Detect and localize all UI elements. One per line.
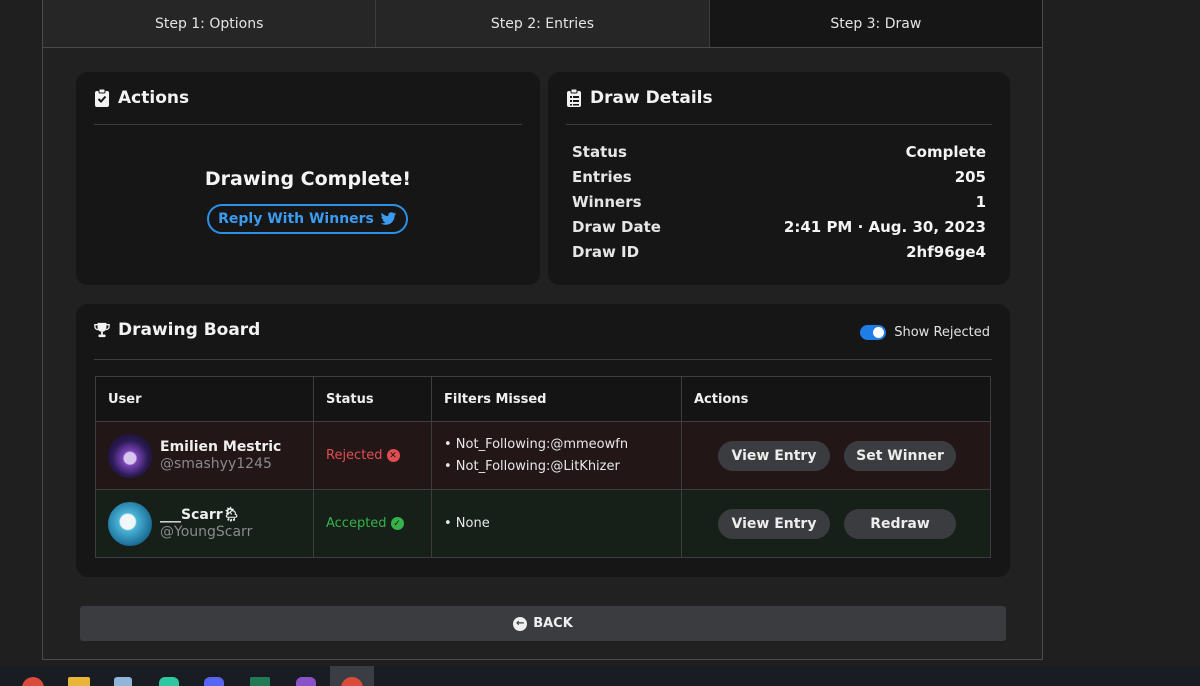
actions-card: Actions Drawing Complete! Reply With Win… xyxy=(76,72,540,285)
user-name: Emilien Mestric xyxy=(160,439,282,455)
app-icon[interactable] xyxy=(159,677,179,686)
avatar[interactable] xyxy=(108,501,152,546)
user-name: ___Scarr🌦 xyxy=(160,507,241,523)
column-header-actions: Actions xyxy=(681,376,991,422)
detail-row-draw-id: Draw ID 2hf96ge4 xyxy=(572,243,986,265)
user-handle: @smashyy1245 xyxy=(160,456,272,472)
detail-value: 205 xyxy=(954,168,986,186)
clipboard-check-icon xyxy=(95,89,109,107)
filters-cell: • Not_Following:@mmeowfn • Not_Following… xyxy=(431,421,682,490)
detail-value: 2:41 PM · Aug. 30, 2023 xyxy=(783,218,986,236)
detail-label: Winners xyxy=(572,193,642,211)
divider xyxy=(94,359,992,360)
tab-step-options[interactable]: Step 1: Options xyxy=(43,0,377,47)
show-rejected-toggle[interactable] xyxy=(860,325,887,340)
filter-item: • Not_Following:@mmeowfn xyxy=(444,436,629,452)
folder-icon[interactable] xyxy=(68,677,90,686)
status-cell: Accepted ✓ xyxy=(313,489,432,558)
column-header-user: User xyxy=(95,376,314,422)
detail-label: Draw ID xyxy=(572,243,640,261)
view-entry-button[interactable]: View Entry xyxy=(718,440,830,471)
show-rejected-toggle-wrap: Show Rejected xyxy=(860,325,990,340)
avatar[interactable] xyxy=(108,433,152,478)
filters-cell: • None xyxy=(431,489,682,558)
clipboard-list-icon xyxy=(567,89,581,107)
drawing-board-title-label: Drawing Board xyxy=(118,320,261,340)
excel-icon[interactable] xyxy=(250,677,270,686)
user-cell: ___Scarr🌦 @YoungScarr xyxy=(95,489,314,558)
drawing-board-title: Drawing Board xyxy=(94,320,260,340)
filter-item: • Not_Following:@LitKhizer xyxy=(444,458,620,474)
view-entry-button[interactable]: View Entry xyxy=(718,508,830,539)
drawing-board-card: Drawing Board Show Rejected User Status … xyxy=(76,304,1010,577)
detail-value: 1 xyxy=(975,193,986,211)
column-header-filters: Filters Missed xyxy=(431,376,682,422)
detail-value: 2hf96ge4 xyxy=(906,243,986,261)
app-frame: Step 1: Options Step 2: Entries Step 3: … xyxy=(42,0,1043,660)
drawing-complete-text: Drawing Complete! xyxy=(204,168,412,190)
game-icon[interactable] xyxy=(296,677,316,686)
detail-value: Complete xyxy=(905,143,986,161)
detail-row-status: Status Complete xyxy=(572,143,986,165)
redraw-button[interactable]: Redraw xyxy=(844,508,956,539)
discord-icon[interactable] xyxy=(204,677,224,686)
tab-step-entries[interactable]: Step 2: Entries xyxy=(376,0,710,47)
status-cell: Rejected ✕ xyxy=(313,421,432,490)
column-header-status: Status xyxy=(313,376,432,422)
twitter-bird-icon xyxy=(380,212,397,225)
taskbar xyxy=(0,666,1200,686)
back-button[interactable]: ← BACK xyxy=(80,606,1006,641)
status-text: Accepted xyxy=(326,516,387,531)
tab-step-draw[interactable]: Step 3: Draw xyxy=(709,0,1042,47)
detail-label: Draw Date xyxy=(572,218,661,236)
status-text: Rejected xyxy=(326,448,383,463)
notepad-icon[interactable] xyxy=(114,677,132,686)
actions-title-label: Actions xyxy=(118,88,190,108)
show-rejected-label: Show Rejected xyxy=(894,325,990,340)
filter-item: • None xyxy=(444,515,490,531)
actions-cell: View Entry Set Winner xyxy=(681,421,991,490)
user-handle: @YoungScarr xyxy=(160,524,253,540)
detail-label: Status xyxy=(572,143,627,161)
arrow-left-circle-icon: ← xyxy=(513,616,528,631)
divider xyxy=(566,124,992,125)
draw-details-title: Draw Details xyxy=(566,88,713,108)
table-header-row: User Status Filters Missed Actions xyxy=(95,376,991,422)
table-row: ___Scarr🌦 @YoungScarr Accepted ✓ • None … xyxy=(95,489,991,558)
draw-details-title-label: Draw Details xyxy=(590,88,713,108)
chrome-icon[interactable] xyxy=(22,677,44,686)
detail-row-winners: Winners 1 xyxy=(572,193,986,215)
table-row: Emilien Mestric @smashyy1245 Rejected ✕ xyxy=(95,421,991,490)
status-badge: Accepted ✓ xyxy=(326,516,431,531)
entries-table: User Status Filters Missed Actions Emili… xyxy=(95,376,991,558)
status-badge: Rejected ✕ xyxy=(326,448,431,463)
set-winner-button[interactable]: Set Winner xyxy=(844,440,956,471)
check-circle-icon: ✓ xyxy=(390,517,404,530)
x-circle-icon: ✕ xyxy=(386,449,400,462)
detail-row-draw-date: Draw Date 2:41 PM · Aug. 30, 2023 xyxy=(572,218,986,240)
divider xyxy=(94,124,522,125)
reply-button-label: Reply With Winners xyxy=(218,211,374,227)
detail-row-entries: Entries 205 xyxy=(572,168,986,190)
actions-cell: View Entry Redraw xyxy=(681,489,991,558)
step-tabs: Step 1: Options Step 2: Entries Step 3: … xyxy=(43,0,1042,48)
trophy-icon xyxy=(94,322,110,338)
actions-title: Actions xyxy=(94,88,189,108)
user-cell: Emilien Mestric @smashyy1245 xyxy=(95,421,314,490)
draw-details-card: Draw Details Status Complete Entries 205… xyxy=(548,72,1010,285)
reply-with-winners-button[interactable]: Reply With Winners xyxy=(207,204,408,234)
back-label: BACK xyxy=(533,616,573,631)
detail-label: Entries xyxy=(572,168,632,186)
